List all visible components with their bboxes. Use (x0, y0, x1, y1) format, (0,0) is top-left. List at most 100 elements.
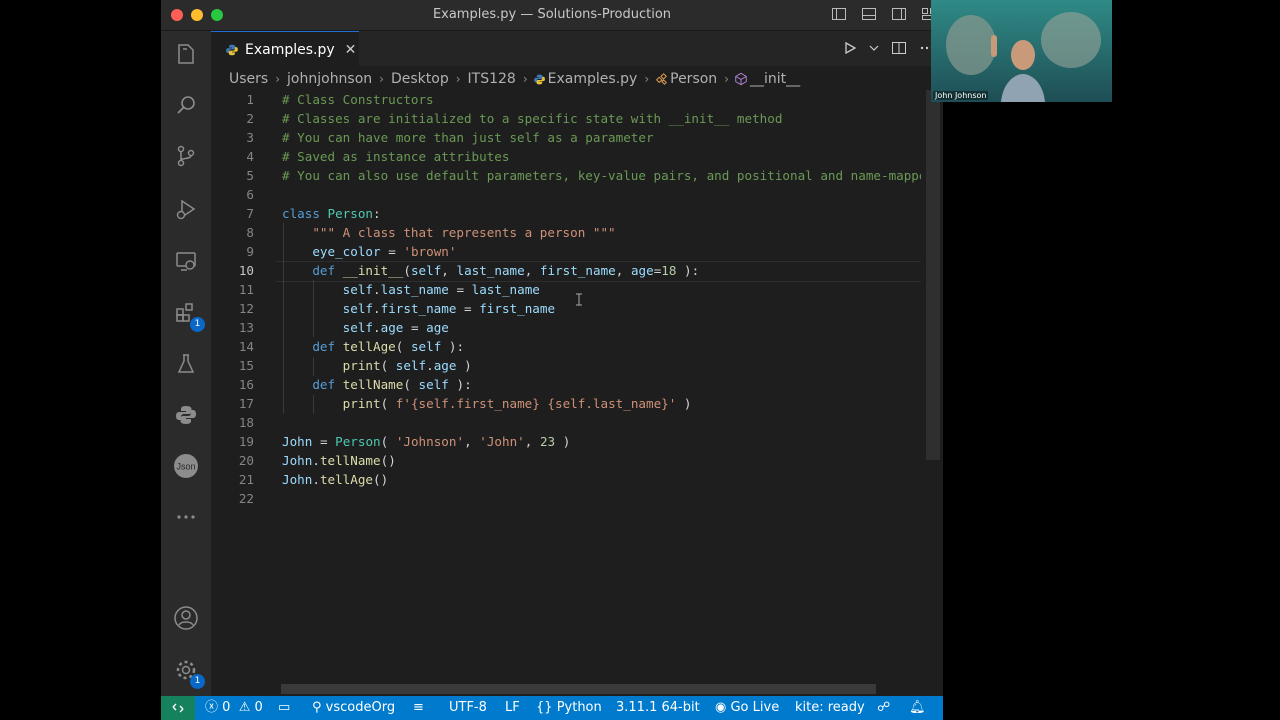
breadcrumb-person[interactable]: Person (670, 71, 717, 87)
line-number: 13 (238, 320, 254, 335)
problems-indicator[interactable]: ⓧ 0 ⚠ 0 (205, 696, 263, 720)
remote-indicator[interactable] (161, 696, 195, 720)
golive-button[interactable]: ◉ Go Live (715, 696, 779, 720)
webcam-image (931, 0, 1112, 102)
breadcrumb-its128[interactable]: ITS128 (468, 71, 516, 87)
code-text: def __init__(self, last_name, first_name… (312, 263, 700, 278)
horizontal-scrollbar[interactable] (281, 684, 876, 694)
code-text: self.first_name = first_name (342, 301, 556, 316)
terminal-icon[interactable]: ▭ (278, 696, 290, 720)
chevron-right-icon: › (275, 72, 281, 86)
menu-lines-icon[interactable]: ≡ (413, 696, 424, 720)
code-editor[interactable]: 1 # Class Constructors 2 # Classes are ini… (211, 90, 921, 685)
svg-text:Json: Json (176, 462, 195, 472)
feedback-icon[interactable]: ☍ (877, 696, 890, 720)
manage-gear-icon[interactable]: 1 (173, 657, 205, 689)
text-cursor-icon (576, 293, 582, 306)
search-icon[interactable] (173, 92, 199, 118)
comment: # Saved as instance attributes (282, 149, 510, 164)
python-file-icon (533, 74, 545, 84)
line-number: 17 (238, 396, 254, 411)
notifications-bell-icon[interactable]: 🔔︎ (909, 696, 926, 720)
toggle-panel-icon[interactable] (861, 6, 877, 22)
line-number: 10 (238, 263, 254, 278)
org-indicator[interactable]: ⚲ vscodeOrg (312, 696, 395, 720)
line-number: 12 (238, 301, 254, 316)
tab-label: Examples.py (245, 41, 335, 58)
line-number: 14 (238, 339, 254, 354)
chevron-right-icon: › (522, 72, 528, 86)
editor-tabs: Examples.py ✕ (211, 31, 943, 67)
chevron-down-icon[interactable] (869, 43, 879, 53)
language-indicator[interactable]: {} Python (536, 696, 602, 720)
remote-explorer-icon[interactable] (173, 248, 199, 274)
error-icon: ⓧ (205, 700, 219, 715)
line-number: 15 (238, 358, 254, 373)
code-text: John.tellName() (282, 453, 396, 468)
line-number: 22 (238, 491, 254, 506)
encoding-indicator[interactable]: UTF-8 (449, 696, 487, 720)
class-symbol-icon (656, 73, 668, 85)
run-python-icon[interactable] (843, 41, 857, 55)
remote-icon (172, 703, 184, 713)
kite-status[interactable]: kite: ready (795, 696, 865, 720)
org-label: vscodeOrg (325, 700, 396, 715)
chevron-right-icon: › (724, 72, 729, 86)
python-icon[interactable] (173, 402, 199, 428)
comment: # Class Constructors (282, 92, 434, 107)
breadcrumb-johnjohnson[interactable]: johnjohnson (287, 71, 372, 87)
line-number: 8 (246, 225, 254, 240)
tab-close-icon[interactable]: ✕ (345, 42, 357, 58)
breadcrumb-init[interactable]: __init__ (750, 71, 800, 87)
comment: # Classes are initialized to a specific … (282, 111, 783, 126)
line-number: 21 (238, 472, 254, 487)
line-number: 1 (246, 92, 254, 107)
window-title: Examples.py — Solutions-Production (432, 7, 672, 22)
code-text: print( f'{self.first_name} {self.last_na… (342, 396, 692, 411)
plug-icon: ⚲ (312, 700, 322, 715)
line-number: 9 (246, 244, 254, 259)
json-icon[interactable]: Json (173, 453, 199, 479)
code-text: def tellAge( self ): (312, 339, 465, 354)
line-number: 16 (238, 377, 254, 392)
code-text: print( self.age ) (342, 358, 472, 373)
source-control-icon[interactable] (173, 143, 199, 169)
line-number: 4 (246, 149, 254, 164)
eol-indicator[interactable]: LF (505, 696, 520, 720)
editor-actions (843, 40, 935, 56)
python-file-icon (226, 44, 238, 55)
line-number: 20 (238, 453, 254, 468)
line-number: 7 (246, 206, 254, 221)
account-icon[interactable] (173, 605, 199, 631)
testing-icon[interactable] (173, 351, 199, 377)
breadcrumb-desktop[interactable]: Desktop (391, 71, 449, 87)
line-number: 19 (238, 434, 254, 449)
breadcrumb-users[interactable]: Users (229, 71, 268, 87)
run-debug-icon[interactable] (173, 196, 199, 222)
code-text: self.last_name = last_name (342, 282, 540, 297)
method-symbol-icon (735, 72, 747, 86)
tab-examples-py[interactable]: Examples.py ✕ (211, 31, 359, 67)
line-number: 18 (238, 415, 254, 430)
toggle-secondary-sidebar-icon[interactable] (891, 6, 907, 22)
braces-icon: {} (536, 700, 553, 715)
code-text: class Person: (282, 206, 381, 221)
interpreter-indicator[interactable]: 3.11.1 64-bit (616, 696, 700, 720)
toggle-sidebar-icon[interactable] (831, 6, 847, 22)
line-number: 6 (246, 187, 254, 202)
golive-label: Go Live (730, 700, 780, 715)
code-text: def tellName( self ): (312, 377, 472, 392)
breadcrumb: Users › johnjohnson › Desktop › ITS128 ›… (227, 70, 802, 88)
error-count: 0 (222, 700, 231, 715)
vertical-scrollbar[interactable] (926, 90, 940, 460)
extensions-icon[interactable]: 1 (173, 300, 205, 332)
explorer-icon[interactable] (173, 41, 199, 67)
line-number: 11 (238, 282, 254, 297)
warning-icon: ⚠ (234, 700, 251, 715)
code-text: John.tellAge() (282, 472, 389, 487)
line-number: 3 (246, 130, 254, 145)
code-text: John = Person( 'Johnson', 'John', 23 ) (282, 434, 571, 449)
split-editor-icon[interactable] (891, 40, 907, 56)
breadcrumb-examples-py[interactable]: Examples.py (548, 71, 638, 87)
more-views-icon[interactable] (173, 504, 199, 530)
